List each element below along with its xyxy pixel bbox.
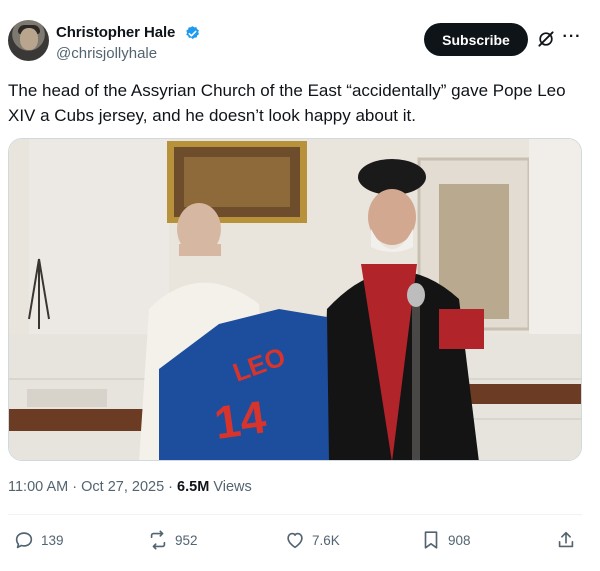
avatar[interactable] — [8, 20, 49, 61]
more-icon[interactable]: ··· — [562, 28, 582, 48]
share-icon — [558, 531, 574, 548]
timestamp-separator: · — [72, 479, 78, 495]
views-separator: · — [168, 479, 174, 495]
views-label: Views — [213, 479, 252, 495]
bookmark-count: 908 — [448, 532, 471, 548]
repost-icon — [150, 530, 166, 550]
grok-icon[interactable] — [536, 29, 556, 49]
like-count: 7.6K — [312, 532, 340, 548]
heart-icon — [287, 532, 303, 549]
tweet-date[interactable]: Oct 27, 2025 — [81, 479, 164, 495]
jersey-number-text: 14 — [211, 390, 269, 449]
display-name[interactable]: Christopher Hale — [56, 24, 175, 41]
repost-count: 952 — [175, 532, 198, 548]
share-button[interactable] — [555, 528, 577, 552]
author-handle[interactable]: @chrisjollyhale — [56, 45, 157, 62]
reply-icon — [15, 532, 33, 549]
verified-badge-icon — [186, 26, 199, 39]
repost-button[interactable]: 952 — [147, 528, 198, 552]
bookmark-icon — [424, 531, 438, 549]
divider — [8, 514, 582, 515]
views-count: 6.5M — [177, 479, 210, 495]
like-button[interactable]: 7.6K — [284, 528, 340, 552]
subscribe-button[interactable]: Subscribe — [424, 23, 528, 56]
reply-button[interactable]: 139 — [13, 528, 64, 552]
bookmark-button[interactable]: 908 — [420, 528, 471, 552]
tweet-media-photo[interactable]: LEO 14 — [8, 138, 582, 461]
tweet-text: The head of the Assyrian Church of the E… — [8, 81, 566, 125]
photo-illustration: LEO 14 — [9, 139, 581, 460]
avatar-face — [20, 28, 38, 50]
tweet-time[interactable]: 11:00 AM — [8, 479, 68, 495]
reply-count: 139 — [41, 532, 64, 548]
tweet-timestamp: 11:00 AM · Oct 27, 2025 · 6.5M Views — [8, 479, 252, 495]
